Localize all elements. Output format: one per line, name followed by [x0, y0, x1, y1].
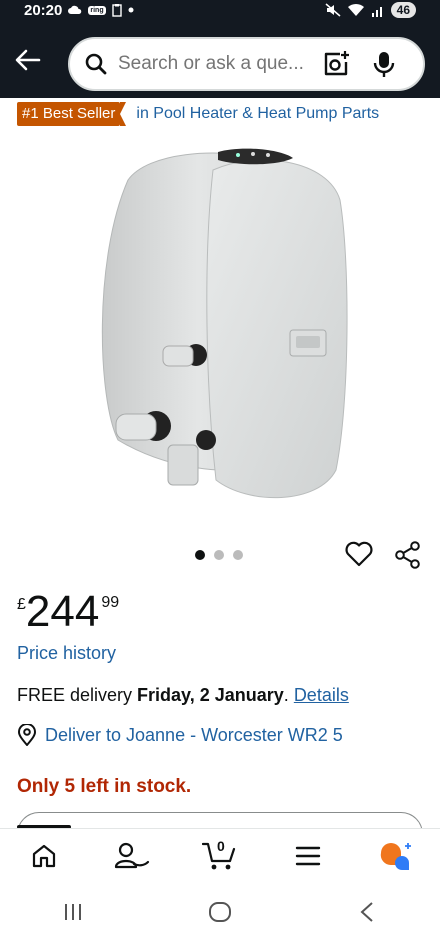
carousel-dot[interactable]	[233, 550, 243, 560]
battery-indicator: 46	[390, 2, 416, 18]
back-arrow-icon	[15, 49, 41, 71]
product-image[interactable]	[88, 140, 358, 510]
deliver-to-row[interactable]: Deliver to Joanne - Worcester WR2 5	[17, 724, 343, 746]
notification-dot-icon	[128, 7, 134, 13]
best-seller-category-link[interactable]: in Pool Heater & Heat Pump Parts	[136, 105, 379, 123]
wifi-icon	[347, 3, 365, 17]
deliver-to-link[interactable]: Deliver to Joanne - Worcester WR2 5	[45, 725, 343, 746]
nav-home[interactable]	[22, 834, 66, 878]
signal-icon	[371, 4, 385, 17]
best-seller-row[interactable]: #1 Best Seller in Pool Heater & Heat Pum…	[17, 102, 379, 126]
delivery-details-link[interactable]: Details	[294, 685, 349, 705]
back-system-button[interactable]	[347, 892, 387, 932]
carousel-dot[interactable]	[214, 550, 224, 560]
search-icon	[84, 52, 108, 76]
recents-icon	[65, 904, 82, 920]
heart-icon	[345, 541, 373, 567]
price-history-link[interactable]: Price history	[17, 643, 116, 664]
mute-icon	[325, 3, 341, 17]
nav-cart[interactable]: 0	[198, 834, 242, 878]
ring-app-icon: ring	[88, 5, 106, 15]
recents-button[interactable]	[53, 892, 93, 932]
best-seller-badge: #1 Best Seller	[17, 102, 127, 126]
image-carousel-dots[interactable]	[195, 550, 243, 560]
delivery-period: .	[283, 685, 289, 705]
home-system-button[interactable]	[200, 892, 240, 932]
chevron-left-icon	[360, 902, 373, 922]
search-bar[interactable]	[68, 37, 425, 91]
location-pin-icon	[17, 724, 37, 746]
cart-count-badge: 0	[217, 837, 225, 854]
cloud-icon	[68, 5, 82, 15]
price-currency: £	[17, 596, 26, 613]
delivery-prefix: FREE delivery	[17, 685, 133, 705]
home-icon	[32, 844, 56, 867]
microphone-icon[interactable]	[372, 50, 396, 78]
price: £ 244 99	[17, 588, 119, 636]
back-button[interactable]	[10, 42, 46, 78]
share-button[interactable]	[394, 541, 422, 569]
delivery-date: Friday, 2 January	[137, 685, 284, 705]
wishlist-button[interactable]	[345, 541, 373, 569]
system-navigation-bar	[0, 882, 440, 942]
rufus-icon	[380, 842, 411, 870]
header	[0, 20, 440, 98]
bottom-navigation: 0	[0, 828, 440, 882]
nav-account[interactable]	[110, 834, 154, 878]
account-icon	[114, 842, 150, 868]
camera-search-icon[interactable]	[322, 50, 350, 78]
status-time: 20:20	[24, 1, 63, 19]
carousel-dot[interactable]	[195, 550, 205, 560]
stock-status: Only 5 left in stock.	[17, 776, 192, 797]
search-input[interactable]	[118, 53, 308, 75]
price-whole: 244	[25, 587, 100, 636]
clipboard-icon	[111, 3, 122, 17]
circle-home-icon	[208, 902, 231, 922]
nav-rufus[interactable]	[374, 834, 418, 878]
status-bar: 20:20 ring 46	[0, 0, 440, 20]
menu-icon	[295, 846, 321, 865]
price-fraction: 99	[101, 594, 120, 611]
share-icon	[395, 541, 420, 569]
nav-menu[interactable]	[286, 834, 330, 878]
delivery-info: FREE delivery Friday, 2 January. Details	[17, 685, 349, 706]
